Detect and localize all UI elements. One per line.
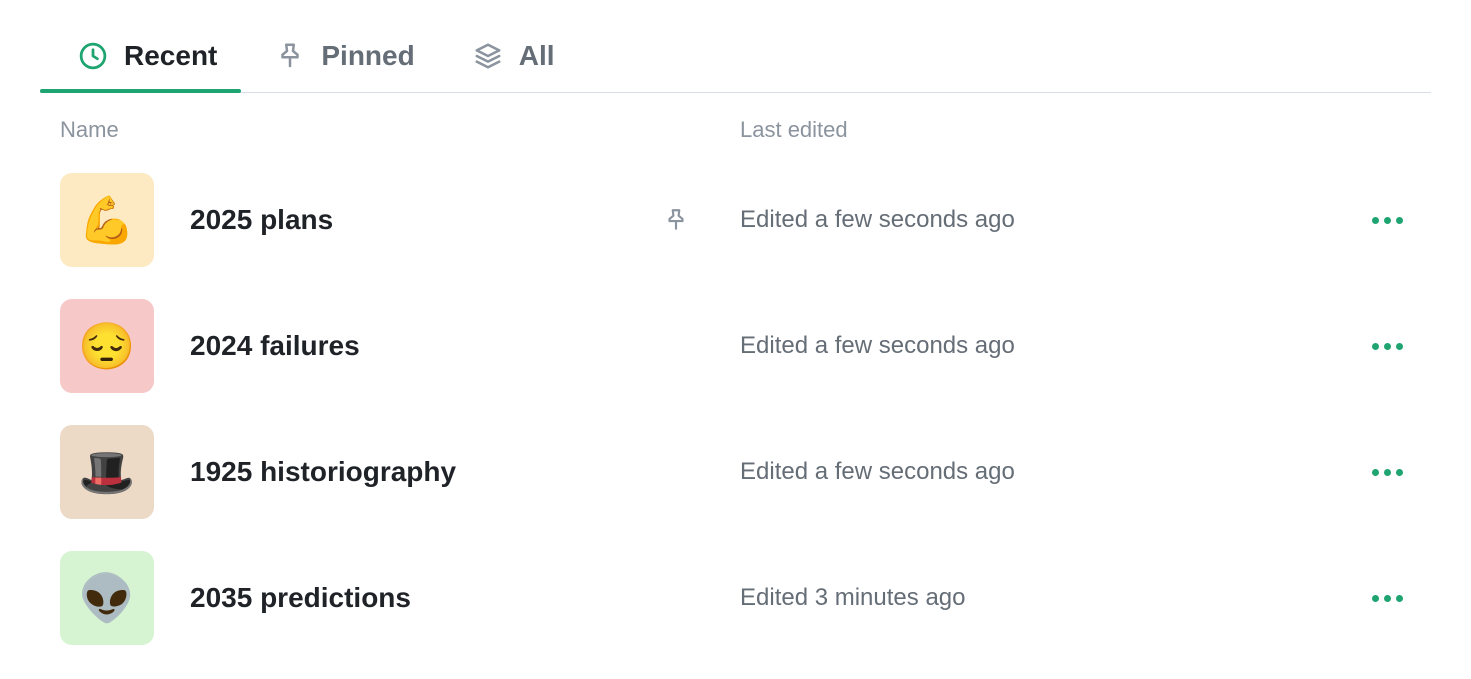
list-item[interactable]: 🎩 1925 historiography Edited a few secon… bbox=[40, 409, 1431, 535]
list-item-name-wrap: 😔 2024 failures bbox=[60, 299, 740, 393]
clock-icon bbox=[78, 41, 108, 71]
pin-icon bbox=[663, 207, 689, 233]
list-item[interactable]: 💪 2025 plans Edited a few seconds ago bbox=[40, 157, 1431, 283]
item-thumbnail: 💪 bbox=[60, 173, 154, 267]
more-menu-button[interactable] bbox=[1364, 587, 1411, 610]
column-headers: Name Last edited bbox=[40, 117, 1431, 151]
stack-icon bbox=[473, 41, 503, 71]
item-thumbnail: 👽 bbox=[60, 551, 154, 645]
tabs-bar: Recent Pinned All bbox=[40, 30, 1431, 93]
item-edited: Edited a few seconds ago bbox=[740, 206, 1364, 234]
pin-icon bbox=[275, 41, 305, 71]
item-thumbnail: 🎩 bbox=[60, 425, 154, 519]
more-icon bbox=[1372, 595, 1379, 602]
more-menu-button[interactable] bbox=[1364, 461, 1411, 484]
tab-label: All bbox=[519, 40, 555, 72]
item-edited: Edited a few seconds ago bbox=[740, 332, 1364, 360]
more-icon bbox=[1372, 217, 1379, 224]
column-last-edited: Last edited bbox=[740, 117, 1431, 143]
item-edited: Edited 3 minutes ago bbox=[740, 584, 1364, 612]
item-thumbnail: 😔 bbox=[60, 299, 154, 393]
more-icon bbox=[1372, 343, 1379, 350]
tab-all[interactable]: All bbox=[469, 30, 559, 92]
column-name: Name bbox=[60, 117, 740, 143]
workspace-list: 💪 2025 plans Edited a few seconds ago 😔 … bbox=[40, 157, 1431, 661]
tab-pinned[interactable]: Pinned bbox=[271, 30, 418, 92]
item-title: 1925 historiography bbox=[190, 456, 456, 488]
list-item-name-wrap: 🎩 1925 historiography bbox=[60, 425, 740, 519]
more-menu-button[interactable] bbox=[1364, 335, 1411, 358]
item-title: 2035 predictions bbox=[190, 582, 411, 614]
tab-recent[interactable]: Recent bbox=[74, 30, 221, 92]
tab-label: Pinned bbox=[321, 40, 414, 72]
item-title: 2025 plans bbox=[190, 204, 333, 236]
list-item-name-wrap: 👽 2035 predictions bbox=[60, 551, 740, 645]
list-item[interactable]: 😔 2024 failures Edited a few seconds ago bbox=[40, 283, 1431, 409]
item-edited: Edited a few seconds ago bbox=[740, 458, 1364, 486]
item-title: 2024 failures bbox=[190, 330, 360, 362]
pin-button[interactable] bbox=[662, 207, 690, 233]
more-menu-button[interactable] bbox=[1364, 209, 1411, 232]
list-item-name-wrap: 💪 2025 plans bbox=[60, 173, 740, 267]
list-item[interactable]: 👽 2035 predictions Edited 3 minutes ago bbox=[40, 535, 1431, 661]
tab-label: Recent bbox=[124, 40, 217, 72]
more-icon bbox=[1372, 469, 1379, 476]
